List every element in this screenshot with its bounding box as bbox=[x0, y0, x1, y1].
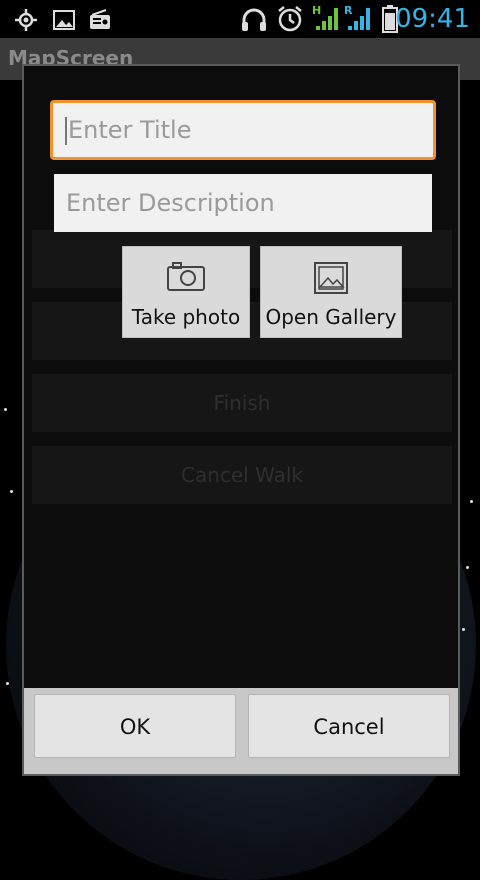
headset-icon bbox=[240, 6, 268, 38]
alarm-icon bbox=[276, 5, 304, 37]
status-bar: H R 09:41 bbox=[0, 0, 480, 38]
gps-icon bbox=[14, 8, 38, 36]
star bbox=[4, 408, 7, 411]
radio-icon bbox=[88, 8, 112, 36]
star bbox=[6, 682, 9, 685]
text-caret bbox=[65, 117, 67, 145]
title-placeholder: Enter Title bbox=[68, 116, 192, 144]
take-photo-label: Take photo bbox=[131, 305, 241, 329]
open-gallery-button[interactable]: Open Gallery bbox=[260, 246, 402, 338]
star bbox=[10, 490, 13, 493]
star bbox=[470, 500, 473, 503]
ok-button[interactable]: OK bbox=[34, 694, 236, 758]
star bbox=[466, 566, 469, 569]
add-entry-dialog: Finish Cancel Walk Enter Title Enter Des… bbox=[22, 64, 460, 776]
open-gallery-label: Open Gallery bbox=[265, 305, 397, 329]
svg-text:H: H bbox=[312, 4, 321, 17]
star bbox=[462, 628, 465, 631]
title-input[interactable]: Enter Title bbox=[50, 100, 436, 160]
cancel-button[interactable]: Cancel bbox=[248, 694, 450, 758]
take-photo-button[interactable]: Take photo bbox=[122, 246, 250, 338]
signal-h-icon: H bbox=[312, 4, 342, 36]
clock: 09:41 bbox=[395, 4, 470, 34]
svg-text:R: R bbox=[344, 4, 353, 17]
description-placeholder: Enter Description bbox=[66, 189, 275, 217]
description-input[interactable]: Enter Description bbox=[54, 174, 432, 232]
gallery-icon bbox=[313, 261, 349, 300]
camera-icon bbox=[167, 261, 205, 296]
cancel-walk-button: Cancel Walk bbox=[32, 446, 452, 504]
finish-button: Finish bbox=[32, 374, 452, 432]
signal-r-icon: R bbox=[344, 4, 374, 36]
dialog-footer: OK Cancel bbox=[24, 688, 458, 774]
image-icon bbox=[52, 8, 76, 36]
